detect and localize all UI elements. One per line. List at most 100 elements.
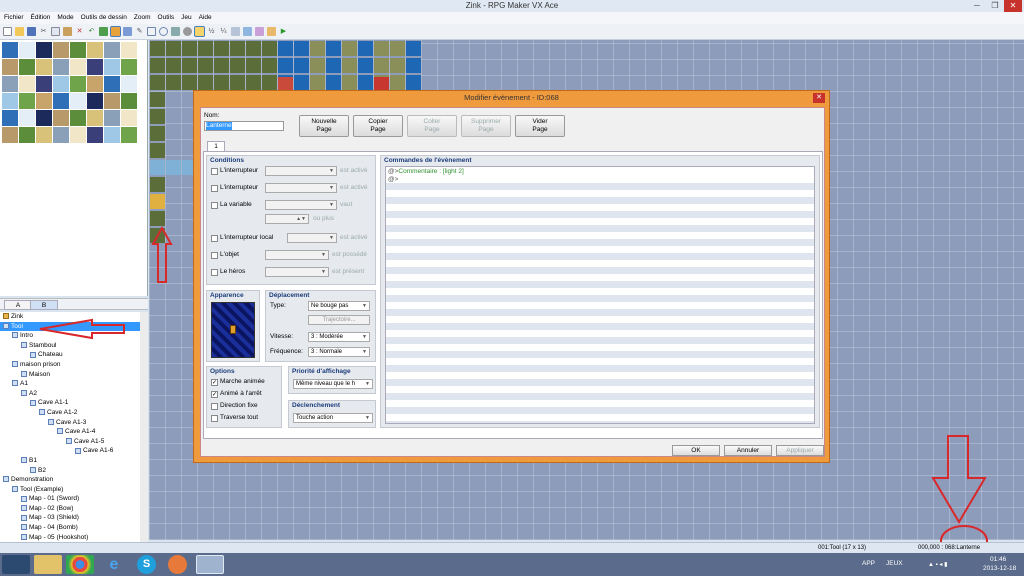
palette-tile[interactable]	[2, 127, 18, 143]
palette-tile[interactable]	[104, 42, 120, 58]
tree-item-b2[interactable]: B2	[0, 466, 140, 476]
event-layer-icon[interactable]	[110, 26, 121, 37]
map-tile[interactable]	[182, 41, 197, 56]
palette-tile[interactable]	[70, 110, 86, 126]
map-tile[interactable]	[294, 41, 309, 56]
palette-tile[interactable]	[36, 110, 52, 126]
map-tile[interactable]	[230, 58, 245, 73]
new-icon[interactable]	[3, 27, 12, 36]
map-tile[interactable]	[342, 75, 357, 90]
map-tile[interactable]	[182, 75, 197, 90]
ellipse-icon[interactable]	[159, 27, 168, 36]
map-tile[interactable]	[390, 41, 405, 56]
new-page-button[interactable]: Nouvelle Page	[299, 115, 349, 137]
map-tile[interactable]	[326, 41, 341, 56]
tree-item-b1[interactable]: B1	[0, 456, 140, 466]
map-tile[interactable]	[150, 211, 165, 226]
tree-item-map-02-bow-[interactable]: Map - 02 (Bow)	[0, 504, 140, 514]
tree-item-demonstration[interactable]: Demonstration	[0, 475, 140, 485]
undo-icon[interactable]: ↶	[87, 27, 96, 36]
map-tile[interactable]	[198, 75, 213, 90]
maximize-button[interactable]: ❐	[986, 0, 1004, 12]
palette-tile[interactable]	[36, 76, 52, 92]
map-tile[interactable]	[166, 160, 181, 175]
palette-tile[interactable]	[2, 93, 18, 109]
map-tile[interactable]	[278, 58, 293, 73]
tree-item-tool-example-[interactable]: Tool (Example)	[0, 485, 140, 495]
ok-button[interactable]: OK	[672, 445, 720, 456]
palette-tile[interactable]	[19, 127, 35, 143]
map-tile[interactable]	[294, 58, 309, 73]
map-tile[interactable]	[246, 41, 261, 56]
apply-button[interactable]: Appliquer	[776, 445, 824, 456]
map-tile[interactable]	[326, 75, 341, 90]
tree-item-zink[interactable]: Zink	[0, 312, 140, 322]
palette-tile[interactable]	[87, 127, 103, 143]
menu-zoom[interactable]: Zoom	[134, 12, 151, 24]
palette-tile[interactable]	[19, 76, 35, 92]
zoom-2-icon[interactable]: ½	[207, 27, 216, 36]
map-tile[interactable]	[150, 143, 165, 158]
rectangle-icon[interactable]	[147, 27, 156, 36]
tree-item-intro[interactable]: Intro	[0, 331, 140, 341]
chrome-icon[interactable]	[66, 555, 94, 574]
palette-tile[interactable]	[53, 93, 69, 109]
taskbar-games-label[interactable]: JEUX	[886, 560, 903, 567]
close-button[interactable]: ✕	[1004, 0, 1022, 12]
map-tile[interactable]	[374, 41, 389, 56]
tree-item-maison-prison[interactable]: maison prison	[0, 360, 140, 370]
palette-tile[interactable]	[19, 110, 35, 126]
minimize-button[interactable]: ─	[968, 0, 986, 12]
map-tile[interactable]	[150, 126, 165, 141]
palette-tile[interactable]	[2, 42, 18, 58]
tree-item-cave-a1-5[interactable]: Cave A1-5	[0, 437, 140, 447]
palette-tile[interactable]	[104, 110, 120, 126]
menu-mode[interactable]: Mode	[57, 12, 73, 24]
item-select[interactable]: ▼	[265, 250, 329, 260]
map-tile[interactable]	[326, 58, 341, 73]
palette-tile[interactable]	[87, 59, 103, 75]
palette-tile[interactable]	[104, 127, 120, 143]
tree-item-map-04-bomb-[interactable]: Map - 04 (Bomb)	[0, 523, 140, 533]
map-tile[interactable]	[310, 58, 325, 73]
palette-tile[interactable]	[87, 110, 103, 126]
palette-tile[interactable]	[36, 59, 52, 75]
menu-fichier[interactable]: Fichier	[4, 12, 24, 24]
route-button[interactable]: Trajectoire...	[308, 315, 370, 325]
zoom-1-icon[interactable]	[194, 26, 205, 37]
priority-select[interactable]: Même niveau que le h ▼	[293, 379, 373, 389]
tree-item-maison[interactable]: Maison	[0, 370, 140, 380]
variable-value-input[interactable]: ▲▼	[265, 214, 309, 224]
tree-item-cave-a1-2[interactable]: Cave A1-2	[0, 408, 140, 418]
map-tile[interactable]	[358, 41, 373, 56]
palette-tile[interactable]	[87, 76, 103, 92]
rpgmaker-taskbar-icon[interactable]	[196, 555, 224, 574]
cancel-button[interactable]: Annuler	[724, 445, 772, 456]
open-icon[interactable]	[15, 27, 24, 36]
tree-item-map-01-sword-[interactable]: Map - 01 (Sword)	[0, 494, 140, 504]
map-tile[interactable]	[406, 58, 421, 73]
command-line-2[interactable]: @>	[388, 176, 398, 184]
palette-tile[interactable]	[104, 59, 120, 75]
copy-icon[interactable]	[51, 27, 60, 36]
skype-icon[interactable]: S	[137, 555, 156, 574]
sound-test-icon[interactable]	[267, 27, 276, 36]
self-switch-checkbox[interactable]	[211, 235, 218, 242]
tree-item-chateau[interactable]: Chateau	[0, 350, 140, 360]
map-tile[interactable]	[150, 75, 165, 90]
palette-tile[interactable]	[53, 76, 69, 92]
selected-event-tile[interactable]	[150, 194, 165, 209]
menu-outils[interactable]: Outils	[158, 12, 175, 24]
map-tile[interactable]	[406, 75, 421, 90]
tree-item-cave-a1-6[interactable]: Cave A1-6	[0, 446, 140, 456]
cut-icon[interactable]: ✂	[39, 27, 48, 36]
map-tile[interactable]	[150, 41, 165, 56]
internet-explorer-icon[interactable]: e	[100, 555, 128, 574]
fill-icon[interactable]	[171, 27, 180, 36]
map-tile[interactable]	[262, 58, 277, 73]
switch1-select[interactable]: ▼	[265, 166, 337, 176]
map-tile[interactable]	[150, 228, 165, 243]
menu-edition[interactable]: Édition	[31, 12, 51, 24]
map-tile[interactable]	[374, 58, 389, 73]
tree-item-stamboul[interactable]: Stamboul	[0, 341, 140, 351]
